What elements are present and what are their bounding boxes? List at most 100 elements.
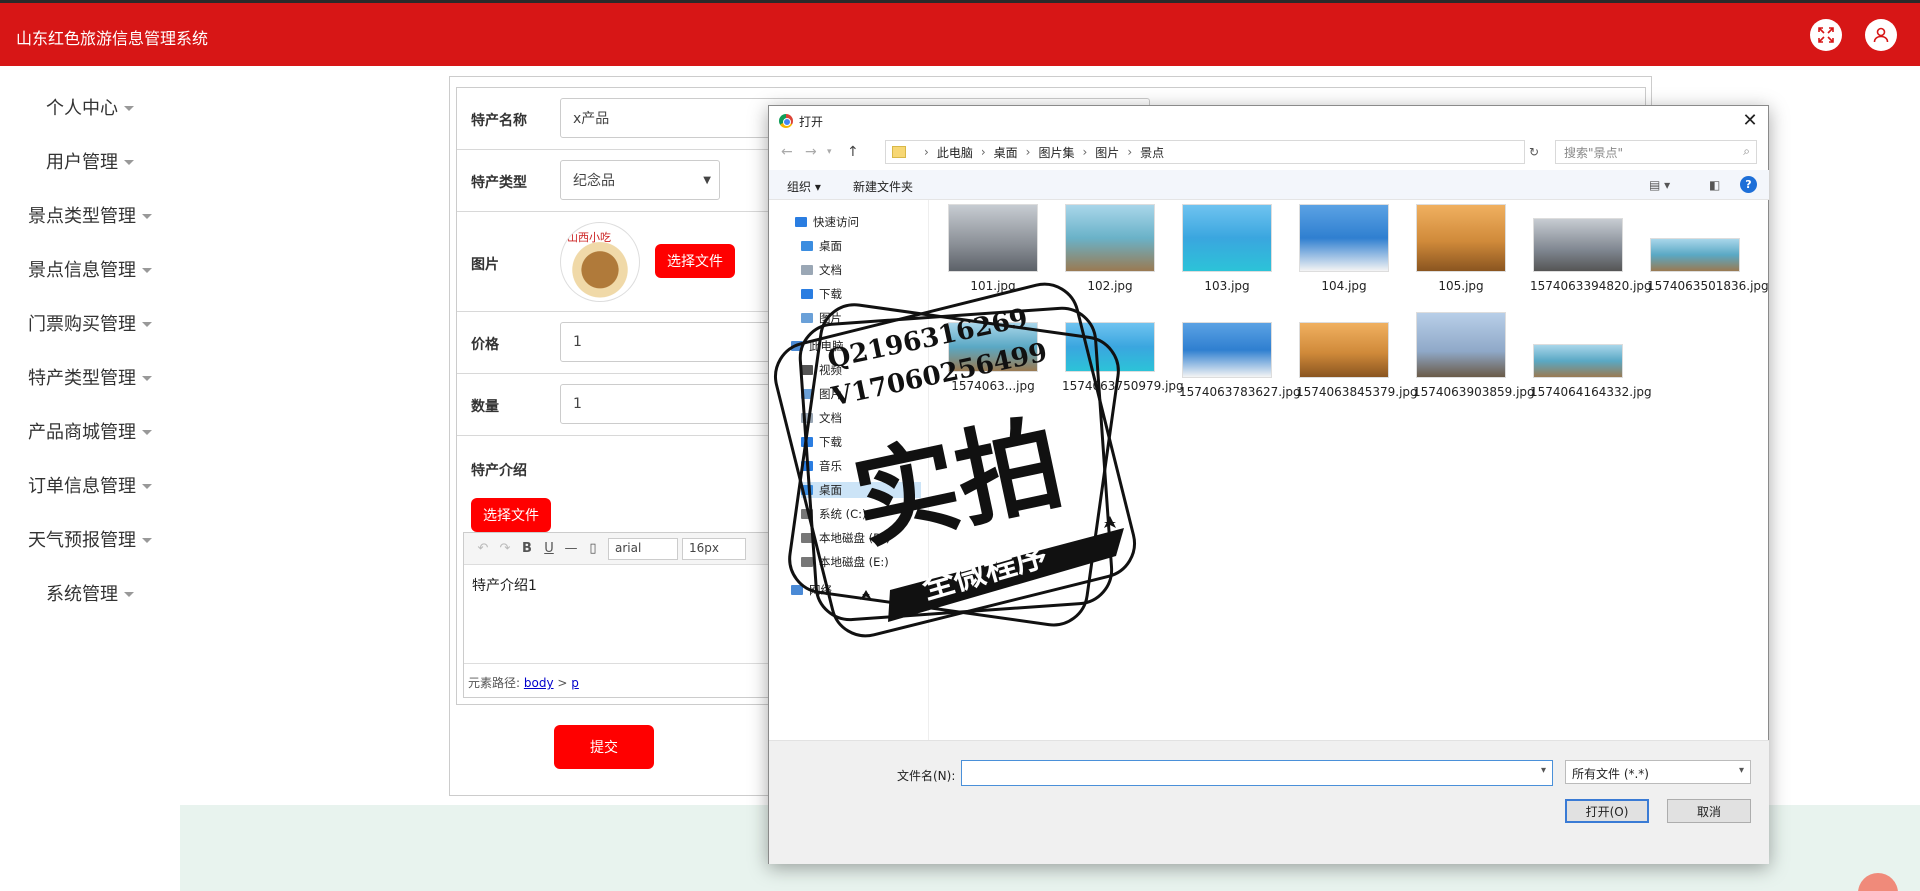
- document-icon[interactable]: ▯: [582, 541, 604, 556]
- underline-button[interactable]: U: [538, 541, 560, 556]
- sidebar-item-tickets[interactable]: 门票购买管理: [0, 303, 180, 343]
- image-thumbnail: [1182, 322, 1272, 378]
- recent-chevron-icon[interactable]: ▾: [827, 147, 832, 157]
- dialog-close-button[interactable]: ✕: [1739, 110, 1761, 132]
- drive-icon: [801, 557, 813, 567]
- nav-drive-e[interactable]: 本地磁盘 (E:): [801, 554, 889, 570]
- image-thumbnail: [1416, 204, 1506, 272]
- path-body-link[interactable]: body: [524, 676, 554, 690]
- top-header: 山东红色旅游信息管理系统: [0, 0, 1920, 66]
- crumb-pictures[interactable]: 图片: [1095, 144, 1119, 161]
- nav-downloads-2[interactable]: 下载: [801, 434, 842, 450]
- caret-down-icon: [124, 591, 134, 597]
- file-item[interactable]: 104.jpg: [1296, 204, 1392, 294]
- view-options-icon[interactable]: ▤ ▾: [1649, 178, 1670, 192]
- dropdown-chevron-icon[interactable]: ▾: [1541, 765, 1546, 776]
- sidebar-item-orders[interactable]: 订单信息管理: [0, 465, 180, 505]
- app-title: 山东红色旅游信息管理系统: [16, 29, 209, 48]
- sidebar-item-specialty-type[interactable]: 特产类型管理: [0, 357, 180, 397]
- preview-pane-icon[interactable]: ◧: [1709, 178, 1720, 192]
- file-item[interactable]: 1574064164332.jpg: [1530, 322, 1652, 400]
- file-item[interactable]: 1574063...jpg: [945, 322, 1041, 394]
- breadcrumb[interactable]: › 此电脑 › 桌面 › 图片集 › 图片 › 景点: [885, 140, 1525, 164]
- star-icon: [795, 217, 807, 227]
- file-item[interactable]: 1574063783627.jpg: [1179, 322, 1301, 400]
- dialog-footer: 文件名(N): ▾ 所有文件 (*.*) ▾ 打开(O) 取消: [769, 740, 1769, 864]
- sidebar-item-weather[interactable]: 天气预报管理: [0, 519, 180, 559]
- nav-drive-c[interactable]: 系统 (C:): [801, 506, 867, 522]
- file-item[interactable]: 1574063394820.jpg: [1530, 204, 1652, 294]
- file-item[interactable]: 102.jpg: [1062, 204, 1158, 294]
- filename-input[interactable]: ▾: [961, 760, 1553, 786]
- new-folder-button[interactable]: 新建文件夹: [853, 178, 913, 195]
- bold-button[interactable]: B: [516, 541, 538, 556]
- file-item[interactable]: 1574063750979.jpg: [1062, 322, 1184, 394]
- horizontal-rule-button[interactable]: —: [560, 541, 582, 556]
- fullscreen-button[interactable]: [1810, 19, 1842, 51]
- sidebar-item-scenic-info[interactable]: 景点信息管理: [0, 249, 180, 289]
- up-arrow-icon[interactable]: ↑: [847, 144, 859, 160]
- forward-arrow-icon[interactable]: →: [805, 144, 817, 160]
- refresh-icon[interactable]: ↻: [1529, 145, 1539, 159]
- redo-icon[interactable]: ↷: [494, 541, 516, 556]
- choose-intro-file-button[interactable]: 选择文件: [471, 498, 551, 532]
- font-size-select[interactable]: 16px: [682, 537, 746, 560]
- sidebar-item-shop[interactable]: 产品商城管理: [0, 411, 180, 451]
- nav-documents-2[interactable]: 文档: [801, 410, 842, 426]
- image-thumbnail: [1533, 218, 1623, 272]
- nav-desktop-2[interactable]: 桌面: [801, 482, 921, 498]
- dialog-cancel-button[interactable]: 取消: [1667, 799, 1751, 823]
- download-icon: [801, 437, 813, 447]
- open-button[interactable]: 打开(O): [1565, 799, 1649, 823]
- download-icon: [801, 289, 813, 299]
- caret-down-icon: [142, 537, 152, 543]
- document-icon: [801, 265, 813, 275]
- file-item[interactable]: 1574063903859.jpg: [1413, 312, 1535, 400]
- nav-desktop[interactable]: 桌面: [801, 238, 842, 254]
- sidebar-item-system[interactable]: 系统管理: [0, 573, 180, 613]
- help-icon[interactable]: ?: [1740, 176, 1757, 193]
- desktop-icon: [801, 241, 813, 251]
- nav-this-pc[interactable]: 此电脑: [791, 338, 844, 354]
- video-icon: [801, 365, 813, 375]
- file-item[interactable]: 105.jpg: [1413, 204, 1509, 294]
- path-p-link[interactable]: p: [571, 676, 579, 690]
- crumb-desktop[interactable]: 桌面: [994, 144, 1018, 161]
- caret-down-icon: [124, 105, 134, 111]
- caret-down-icon: [142, 375, 152, 381]
- sidebar-item-scenic-type[interactable]: 景点类型管理: [0, 195, 180, 235]
- file-item[interactable]: 101.jpg: [945, 204, 1041, 294]
- organize-menu[interactable]: 组织 ▾: [787, 178, 821, 195]
- nav-music[interactable]: 音乐: [801, 458, 842, 474]
- file-item[interactable]: 1574063845379.jpg: [1296, 322, 1418, 400]
- sidebar: 个人中心 用户管理 景点类型管理 景点信息管理 门票购买管理 特产类型管理 产品…: [0, 66, 180, 891]
- choose-image-button[interactable]: 选择文件: [655, 244, 735, 278]
- file-item[interactable]: 1574063501836.jpg: [1647, 204, 1769, 294]
- nav-videos[interactable]: 视频: [801, 362, 842, 378]
- submit-button[interactable]: 提交: [554, 725, 654, 769]
- undo-icon[interactable]: ↶: [472, 541, 494, 556]
- dialog-search-input[interactable]: 搜索"景点" ⌕: [1555, 140, 1757, 164]
- user-icon: [1873, 27, 1889, 43]
- nav-network[interactable]: 网络: [791, 582, 832, 598]
- type-select[interactable]: 纪念品 ▼: [560, 160, 720, 200]
- nav-pictures[interactable]: 图片: [801, 310, 842, 326]
- crumb-scenic[interactable]: 景点: [1140, 144, 1164, 161]
- nav-quick-access[interactable]: 快速访问: [795, 214, 859, 230]
- address-bar: ← → ▾ ↑ › 此电脑 › 桌面 › 图片集 › 图片 › 景点 ↻ 搜索"…: [777, 140, 1761, 166]
- user-button[interactable]: [1865, 19, 1897, 51]
- font-family-select[interactable]: arial: [608, 537, 678, 560]
- caret-down-icon: [142, 483, 152, 489]
- file-item[interactable]: 103.jpg: [1179, 204, 1275, 294]
- crumb-this-pc[interactable]: 此电脑: [937, 144, 973, 161]
- sidebar-item-personal[interactable]: 个人中心: [0, 87, 180, 127]
- desktop-icon: [801, 485, 813, 495]
- back-arrow-icon[interactable]: ←: [781, 144, 793, 160]
- nav-documents[interactable]: 文档: [801, 262, 842, 278]
- sidebar-item-users[interactable]: 用户管理: [0, 141, 180, 181]
- crumb-gallery[interactable]: 图片集: [1038, 144, 1074, 161]
- filetype-select[interactable]: 所有文件 (*.*) ▾: [1565, 760, 1751, 784]
- nav-drive-d[interactable]: 本地磁盘 (D:): [801, 530, 890, 546]
- nav-pictures-2[interactable]: 图片: [801, 386, 842, 402]
- nav-downloads[interactable]: 下载: [801, 286, 842, 302]
